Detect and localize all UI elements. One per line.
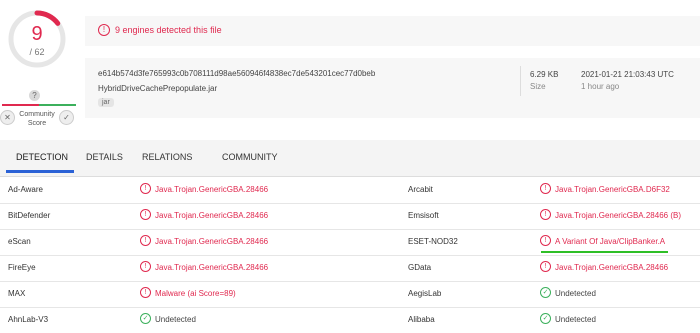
- community-help-icon[interactable]: ?: [29, 90, 40, 101]
- engine-name: FireEye: [8, 263, 36, 272]
- vote-down-icon[interactable]: ✕: [0, 110, 15, 125]
- detection-row: BitDefender ! Java.Trojan.GenericGBA.284…: [0, 203, 700, 230]
- engine-name: Arcabit: [408, 185, 433, 194]
- detection-result: Java.Trojan.GenericGBA.D6F32: [555, 185, 670, 194]
- tab-relations[interactable]: RELATIONS: [142, 152, 192, 162]
- detection-row: FireEye ! Java.Trojan.GenericGBA.28466 G…: [0, 255, 700, 282]
- detection-row: AhnLab-V3 ✓ Undetected Alibaba ✓ Undetec…: [0, 307, 700, 333]
- info-divider: [520, 66, 521, 96]
- detection-score: 9 / 62: [7, 9, 67, 69]
- tab-details[interactable]: DETAILS: [86, 152, 123, 162]
- engine-name: Alibaba: [408, 315, 435, 324]
- detection-result: Java.Trojan.GenericGBA.28466: [155, 237, 269, 246]
- tab-community[interactable]: COMMUNITY: [222, 152, 278, 162]
- detection-result: Undetected: [155, 315, 196, 324]
- file-type-tag[interactable]: jar: [98, 98, 114, 107]
- undetected-check-icon: ✓: [540, 287, 551, 298]
- file-hash[interactable]: e614b574d3fe765993c0b708111d98ae560946f4…: [98, 69, 375, 78]
- engine-name: AhnLab-V3: [8, 315, 49, 324]
- file-info-panel: e614b574d3fe765993c0b708111d98ae560946f4…: [85, 58, 700, 118]
- file-size-label: Size: [530, 82, 546, 91]
- detected-icon: !: [140, 209, 151, 220]
- community-score-label: Community Score: [17, 110, 57, 128]
- engine-name: eScan: [8, 237, 31, 246]
- detected-icon: !: [140, 261, 151, 272]
- engine-name: AegisLab: [408, 289, 442, 298]
- file-name: HybridDriveCachePrepopulate.jar: [98, 84, 218, 93]
- engine-name: Ad-Aware: [8, 185, 43, 194]
- detection-result: Malware (ai Score=89): [155, 289, 236, 298]
- detected-icon: !: [140, 183, 151, 194]
- engine-name: MAX: [8, 289, 26, 298]
- detection-row: MAX ! Malware (ai Score=89) AegisLab ✓ U…: [0, 281, 700, 308]
- active-tab-indicator: [6, 170, 74, 173]
- detected-icon: !: [540, 183, 551, 194]
- detection-result: Java.Trojan.GenericGBA.28466 (B): [555, 211, 681, 220]
- community-label-line1: Community: [19, 111, 55, 118]
- file-size: 6.29 KB: [530, 70, 559, 79]
- community-score-bar: [2, 104, 76, 106]
- detected-icon: !: [540, 235, 551, 246]
- undetected-check-icon: ✓: [540, 313, 551, 324]
- undetected-check-icon: ✓: [140, 313, 151, 324]
- alert-text: 9 engines detected this file: [115, 25, 222, 35]
- detected-icon: !: [140, 287, 151, 298]
- detection-result: Java.Trojan.GenericGBA.28466: [155, 185, 269, 194]
- detected-icon: !: [540, 209, 551, 220]
- analysis-date: 2021-01-21 21:03:43 UTC: [581, 70, 674, 79]
- analysis-age: 1 hour ago: [581, 82, 620, 91]
- detection-result: Undetected: [555, 315, 596, 324]
- detection-alert: ! 9 engines detected this file: [85, 16, 700, 46]
- detection-result: Undetected: [555, 289, 596, 298]
- engine-name: BitDefender: [8, 211, 51, 220]
- detection-row: Ad-Aware ! Java.Trojan.GenericGBA.28466 …: [0, 177, 700, 204]
- community-label-line2: Score: [27, 120, 47, 127]
- detection-result: A Variant Of Java/ClipBanker.A: [555, 237, 666, 246]
- detection-result: Java.Trojan.GenericGBA.28466: [555, 263, 669, 272]
- detection-result: Java.Trojan.GenericGBA.28466: [155, 263, 269, 272]
- alert-icon: !: [98, 24, 110, 36]
- tab-bar: DETECTION DETAILS RELATIONS COMMUNITY: [0, 140, 700, 176]
- engine-name: ESET-NOD32: [408, 237, 458, 246]
- engine-name: Emsisoft: [408, 211, 439, 220]
- detected-count: 9: [31, 23, 43, 45]
- detection-result: Java.Trojan.GenericGBA.28466: [155, 211, 269, 220]
- detected-icon: !: [140, 235, 151, 246]
- tab-detection[interactable]: DETECTION: [16, 152, 68, 162]
- detected-icon: !: [540, 261, 551, 272]
- engine-name: GData: [408, 263, 432, 272]
- engine-total: / 62: [29, 47, 45, 57]
- highlight-underline: [541, 251, 668, 253]
- vote-up-icon[interactable]: ✓: [59, 110, 74, 125]
